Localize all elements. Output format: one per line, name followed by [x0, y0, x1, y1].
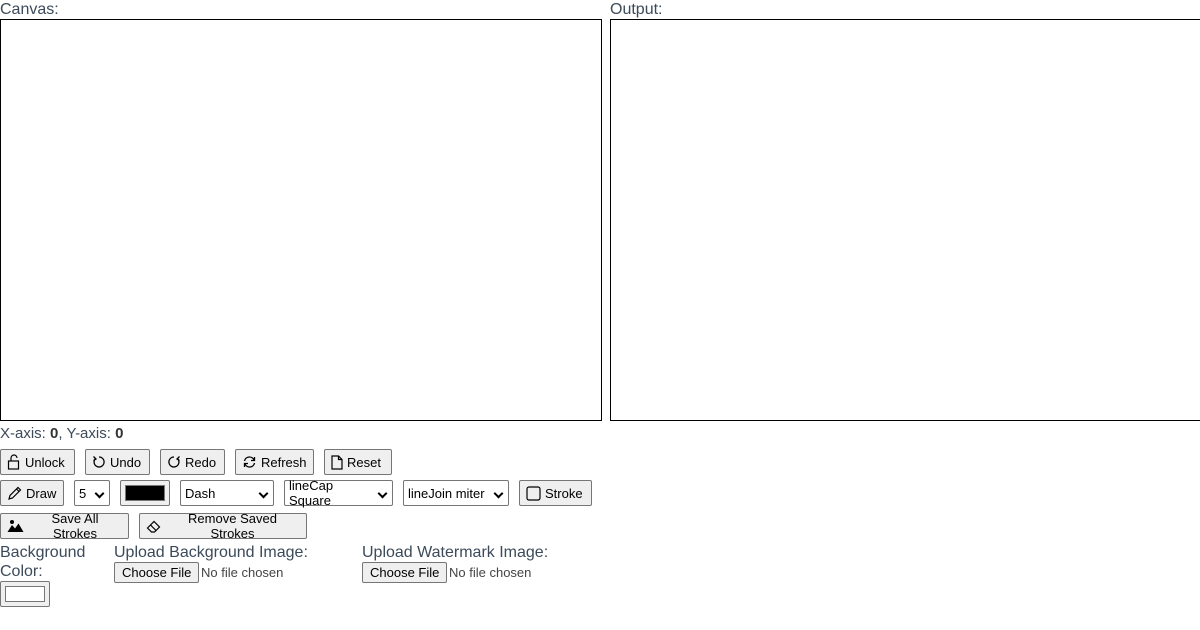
save-all-strokes-label: Save All Strokes: [51, 511, 99, 541]
background-choose-file-button[interactable]: Choose File: [114, 562, 200, 583]
reset-button-label: Reset: [347, 454, 381, 470]
background-color-swatch: [5, 586, 45, 602]
draw-button[interactable]: Draw: [0, 480, 64, 506]
watermark-choose-file-button[interactable]: Choose File: [362, 562, 448, 583]
square-icon: [526, 485, 541, 501]
remove-saved-strokes-label: Remove Saved Strokes: [188, 511, 277, 541]
redo-button[interactable]: Redo: [160, 449, 225, 475]
coordinate-readout: X-axis: 0, Y-axis: 0: [0, 425, 124, 442]
undo-button-label: Undo: [110, 454, 142, 470]
y-axis-label: Y-axis:: [66, 425, 111, 442]
save-all-strokes-button[interactable]: Save All Strokes: [0, 511, 129, 541]
refresh-button[interactable]: Refresh: [235, 449, 314, 475]
background-file-status: No file chosen: [201, 565, 284, 580]
watermark-file-status: No file chosen: [449, 565, 532, 580]
refresh-icon: [242, 455, 257, 469]
upload-watermark-label: Upload Watermark Image:: [362, 544, 549, 561]
line-join-select[interactable]: lineJoin miter: [403, 480, 509, 506]
stroke-button[interactable]: Stroke: [519, 480, 592, 506]
redo-icon: [167, 455, 181, 469]
stroke-button-label: Stroke: [545, 485, 583, 501]
canvas-label: Canvas:: [0, 1, 59, 18]
y-axis-value: 0: [115, 425, 124, 442]
remove-saved-strokes-button[interactable]: Remove Saved Strokes: [139, 511, 307, 541]
line-width-select[interactable]: 5: [74, 480, 110, 506]
unlock-icon: [7, 454, 21, 470]
drawing-canvas[interactable]: [0, 19, 602, 421]
image-icon: [7, 519, 24, 533]
stroke-color-swatch: [125, 485, 165, 501]
drawing-app: Canvas: Output: X-axis: 0, Y-axis: 0 Unl…: [0, 0, 1200, 630]
refresh-button-label: Refresh: [261, 454, 307, 470]
line-style-select[interactable]: Dash: [180, 480, 274, 506]
x-axis-label: X-axis:: [0, 425, 46, 442]
file-icon: [331, 454, 343, 470]
draw-button-label: Draw: [26, 485, 57, 501]
eraser-icon: [146, 520, 161, 533]
unlock-button[interactable]: Unlock: [0, 449, 75, 475]
upload-background-label: Upload Background Image:: [114, 544, 308, 561]
output-label: Output:: [610, 1, 663, 18]
reset-button[interactable]: Reset: [324, 449, 392, 475]
pencil-icon: [7, 486, 22, 501]
redo-button-label: Redo: [185, 454, 217, 470]
undo-button[interactable]: Undo: [85, 449, 150, 475]
line-cap-select[interactable]: lineCap Square: [284, 478, 393, 508]
output-canvas: [610, 19, 1200, 421]
undo-icon: [92, 455, 106, 469]
background-color-picker[interactable]: [0, 581, 50, 607]
background-color-label-1: Background: [0, 544, 86, 561]
unlock-button-label: Unlock: [25, 454, 65, 470]
background-color-label-2: Color:: [0, 563, 43, 580]
stroke-color-picker[interactable]: [120, 480, 170, 506]
